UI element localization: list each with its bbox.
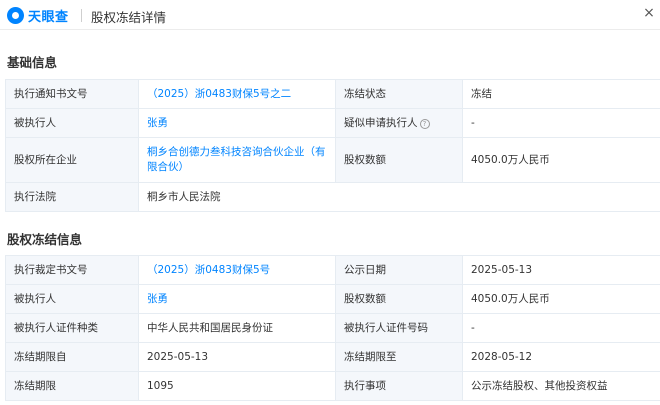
label-id-type: 被执行人证件种类 — [5, 313, 139, 343]
table-row: 被执行人 张勇 股权数额 4050.0万人民币 — [5, 284, 660, 314]
tianyancha-logo-icon — [7, 7, 24, 24]
freeze-to-value: 2028-05-12 — [462, 342, 660, 372]
table-row: 被执行人 张勇 疑似申请执行人? - — [5, 108, 660, 138]
suspected-applicant-label: 疑似申请执行人 — [344, 116, 418, 129]
label-freeze-to: 冻结期限至 — [335, 342, 463, 372]
table-row: 被执行人证件种类 中华人民共和国居民身份证 被执行人证件号码 - — [5, 313, 660, 343]
suspected-applicant-value: - — [462, 108, 660, 138]
label-freeze-executed-person: 被执行人 — [5, 284, 139, 314]
label-ruling-number: 执行裁定书文号 — [5, 255, 139, 285]
execution-matter-value: 公示冻结股权、其他投资权益 — [462, 371, 660, 401]
freeze-info-table: 执行裁定书文号 （2025）浙0483财保5号 公示日期 2025-05-13 … — [5, 255, 660, 401]
table-row: 冻结期限自 2025-05-13 冻结期限至 2028-05-12 — [5, 342, 660, 372]
label-suspected-applicant: 疑似申请执行人? — [335, 108, 463, 138]
court-value: 桐乡市人民法院 — [138, 182, 660, 212]
label-execution-matter: 执行事项 — [335, 371, 463, 401]
ruling-number-link[interactable]: （2025）浙0483财保5号 — [138, 255, 336, 285]
label-id-number: 被执行人证件号码 — [335, 313, 463, 343]
table-row: 股权所在企业 桐乡合创德力叁科技咨询合伙企业（有限合伙） 股权数额 4050.0… — [5, 137, 660, 183]
table-row: 执行法院 桐乡市人民法院 — [5, 182, 660, 212]
freeze-period-value: 1095 — [138, 371, 336, 401]
label-notice-number: 执行通知书文号 — [5, 79, 139, 109]
equity-company-link[interactable]: 桐乡合创德力叁科技咨询合伙企业（有限合伙） — [138, 137, 336, 183]
help-icon[interactable]: ? — [419, 118, 430, 129]
table-row: 执行通知书文号 （2025）浙0483财保5号之二 冻结状态 冻结 — [5, 79, 660, 109]
id-type-value: 中华人民共和国居民身份证 — [138, 313, 336, 343]
label-freeze-period: 冻结期限 — [5, 371, 139, 401]
publish-date-value: 2025-05-13 — [462, 255, 660, 285]
section-title-basic: 基础信息 — [7, 55, 58, 70]
freeze-status-value: 冻结 — [462, 79, 660, 109]
brand-name: 天眼查 — [28, 10, 69, 25]
label-equity-amount: 股权数额 — [335, 137, 463, 183]
equity-amount-value: 4050.0万人民币 — [462, 137, 660, 183]
notice-number-link[interactable]: （2025）浙0483财保5号之二 — [138, 79, 336, 109]
table-row: 冻结期限 1095 执行事项 公示冻结股权、其他投资权益 — [5, 371, 660, 401]
label-executed-person: 被执行人 — [5, 108, 139, 138]
label-equity-company: 股权所在企业 — [5, 137, 139, 183]
page-header: 天眼查 股权冻结详情 × — [0, 0, 660, 30]
label-freeze-from: 冻结期限自 — [5, 342, 139, 372]
section-title-freeze: 股权冻结信息 — [7, 232, 83, 247]
label-freeze-equity-amount: 股权数额 — [335, 284, 463, 314]
freeze-from-value: 2025-05-13 — [138, 342, 336, 372]
label-court: 执行法院 — [5, 182, 139, 212]
basic-info-table: 执行通知书文号 （2025）浙0483财保5号之二 冻结状态 冻结 被执行人 张… — [5, 79, 660, 212]
id-number-value: - — [462, 313, 660, 343]
header-divider — [81, 9, 82, 22]
close-icon[interactable]: × — [642, 6, 656, 20]
freeze-equity-amount-value: 4050.0万人民币 — [462, 284, 660, 314]
executed-person-link[interactable]: 张勇 — [138, 108, 336, 138]
label-freeze-status: 冻结状态 — [335, 79, 463, 109]
label-publish-date: 公示日期 — [335, 255, 463, 285]
freeze-executed-person-link[interactable]: 张勇 — [138, 284, 336, 314]
table-row: 执行裁定书文号 （2025）浙0483财保5号 公示日期 2025-05-13 — [5, 255, 660, 285]
page-title: 股权冻结详情 — [91, 10, 167, 25]
brand-logo[interactable]: 天眼查 — [7, 6, 69, 25]
